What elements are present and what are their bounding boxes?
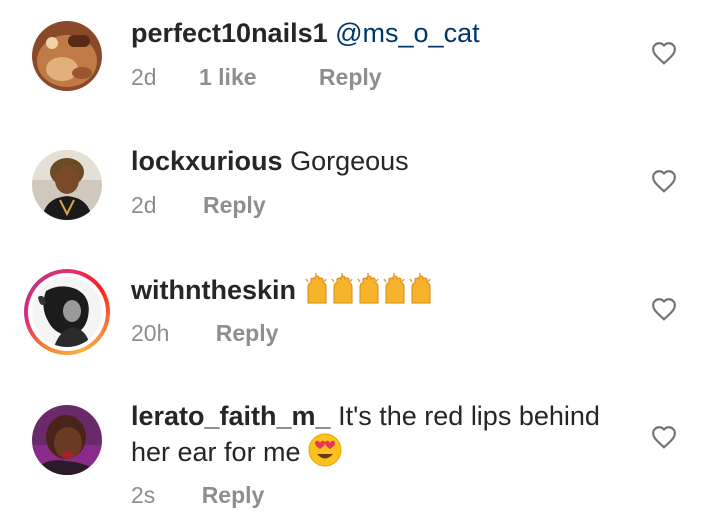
comment-meta: 2d Reply [131, 192, 266, 219]
heart-outline-icon[interactable] [651, 169, 677, 193]
comment-body-line2: her ear for me [131, 437, 301, 467]
avatar[interactable] [32, 405, 102, 475]
reply-button[interactable]: Reply [203, 192, 266, 219]
comment-mention[interactable]: @ms_o_cat [335, 18, 479, 48]
story-ring-avatar[interactable] [24, 269, 110, 355]
comment-time: 2d [131, 64, 157, 90]
comment-time: 2s [131, 482, 156, 508]
comment-username[interactable]: perfect10nails1 [131, 18, 328, 48]
comment-text: perfect10nails1 @ms_o_cat [131, 17, 621, 50]
heart-eyes-emoji [308, 433, 342, 475]
reply-button[interactable]: Reply [202, 482, 265, 509]
avatar[interactable] [32, 21, 102, 91]
comment-text: withntheskin [131, 272, 621, 313]
comment-time: 2d [131, 192, 157, 218]
comment-time: 20h [131, 320, 170, 346]
comment-username[interactable]: withntheskin [131, 275, 296, 305]
comment-meta: 2d 1 like Reply [131, 64, 382, 91]
avatar [32, 277, 102, 347]
raising-hands-emoji [304, 272, 436, 313]
comment-text: lockxurious Gorgeous [131, 145, 621, 178]
comment-body: Gorgeous [290, 146, 409, 176]
heart-outline-icon[interactable] [651, 41, 677, 65]
reply-button[interactable]: Reply [319, 64, 382, 91]
reply-button[interactable]: Reply [216, 320, 279, 347]
comment-meta: 2s Reply [131, 482, 264, 509]
comment-body-line1: It's the red lips behind [338, 401, 600, 431]
comment-username[interactable]: lerato_faith_m_ [131, 401, 331, 431]
heart-outline-icon[interactable] [651, 297, 677, 321]
heart-outline-icon[interactable] [651, 425, 677, 449]
comment-username[interactable]: lockxurious [131, 146, 283, 176]
avatar[interactable] [32, 150, 102, 220]
comment-likes[interactable]: 1 like [199, 64, 257, 91]
comment-meta: 20h Reply [131, 320, 278, 347]
comment-text: lerato_faith_m_ It's the red lips behind… [131, 400, 621, 475]
